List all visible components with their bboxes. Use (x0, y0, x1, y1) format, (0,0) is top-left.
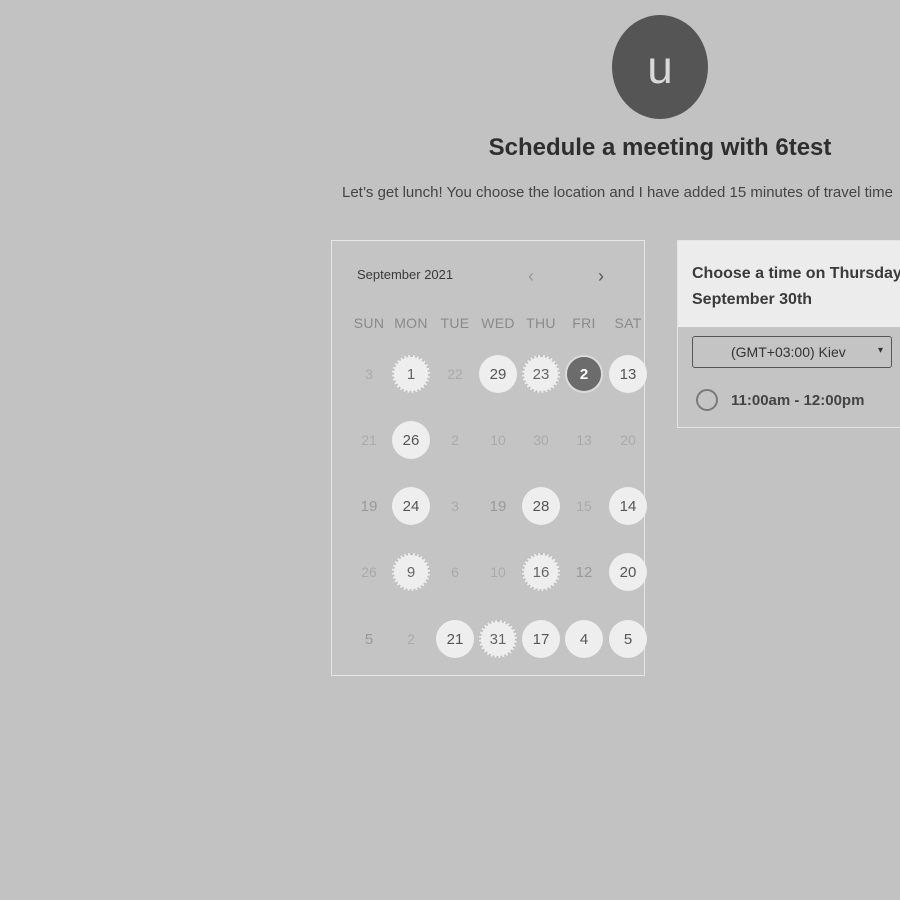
avatar-letter: u (647, 41, 673, 93)
calendar-day: 22 (447, 366, 463, 382)
calendar-month-label: September 2021 (357, 267, 454, 282)
time-picker-header: Choose a time on Thursday, September 30t… (678, 241, 900, 327)
calendar-day[interactable]: 29 (479, 355, 517, 393)
calendar-day: 6 (451, 564, 459, 580)
calendar-day: 15 (576, 498, 592, 514)
calendar-day[interactable]: 31 (479, 620, 517, 658)
calendar-day[interactable]: 24 (392, 487, 430, 525)
calendar-day: 3 (451, 498, 459, 514)
calendar-day[interactable]: 9 (392, 553, 430, 591)
calendar-day: 30 (533, 432, 549, 448)
calendar-day[interactable]: 1 (392, 355, 430, 393)
selected-day[interactable]: 2 (565, 355, 603, 393)
calendar-day[interactable]: 26 (392, 421, 430, 459)
weekday-label: SUN (353, 315, 385, 331)
meeting-description: Let’s get lunch! You choose the location… (342, 184, 893, 201)
calendar-day: 2 (407, 631, 415, 647)
calendar-day[interactable]: 14 (609, 487, 647, 525)
calendar: September 2021 ‹ › SUN MON TUE WED THU FRI SAT… (331, 240, 647, 676)
calendar-day[interactable]: 28 (522, 487, 560, 525)
page-title: Schedule a meeting with 6test (488, 134, 832, 161)
calendar-day: 10 (490, 432, 506, 448)
calendar-day: 3 (365, 366, 373, 382)
weekday-label: THU (526, 315, 556, 331)
chevron-down-icon: ▾ (877, 345, 883, 356)
calendar-day: 12 (575, 563, 593, 581)
calendar-day: 26 (361, 564, 377, 580)
calendar-day: 13 (576, 432, 592, 448)
weekday-label: SAT (614, 315, 642, 331)
timezone-value: (GMT+03:00) Kiev (731, 344, 846, 360)
calendar-day: 5 (364, 630, 374, 648)
calendar-day: 10 (490, 564, 506, 580)
calendar-day[interactable]: 4 (565, 620, 603, 658)
calendar-day[interactable]: 16 (522, 553, 560, 591)
time-slot-radio[interactable] (696, 389, 718, 411)
calendar-day[interactable]: 20 (609, 553, 647, 591)
calendar-day[interactable]: 17 (522, 620, 560, 658)
calendar-day[interactable]: 13 (609, 355, 647, 393)
calendar-day: 21 (361, 432, 377, 448)
calendar-day: 2 (451, 432, 459, 448)
calendar-day[interactable]: 5 (609, 620, 647, 658)
calendar-day[interactable]: 23 (522, 355, 560, 393)
weekday-label: FRI (572, 315, 596, 331)
calendar-day: 19 (360, 497, 378, 515)
weekday-label: TUE (440, 315, 470, 331)
prev-month-icon[interactable]: ‹ (528, 267, 534, 285)
next-month-icon[interactable]: › (598, 267, 604, 285)
time-slot-label[interactable]: 11:00am - 12:00pm (731, 392, 864, 409)
timezone-select[interactable]: (GMT+03:00) Kiev ▾ (692, 336, 892, 368)
weekday-label: WED (481, 315, 515, 331)
calendar-day[interactable]: 21 (436, 620, 474, 658)
host-avatar: u (612, 15, 708, 119)
calendar-day: 20 (620, 432, 636, 448)
time-picker-panel: Choose a time on Thursday, September 30t… (677, 240, 900, 428)
calendar-day: 19 (489, 497, 507, 515)
time-picker-title: Choose a time on Thursday, September 30t… (692, 265, 900, 308)
weekday-label: MON (394, 315, 428, 331)
